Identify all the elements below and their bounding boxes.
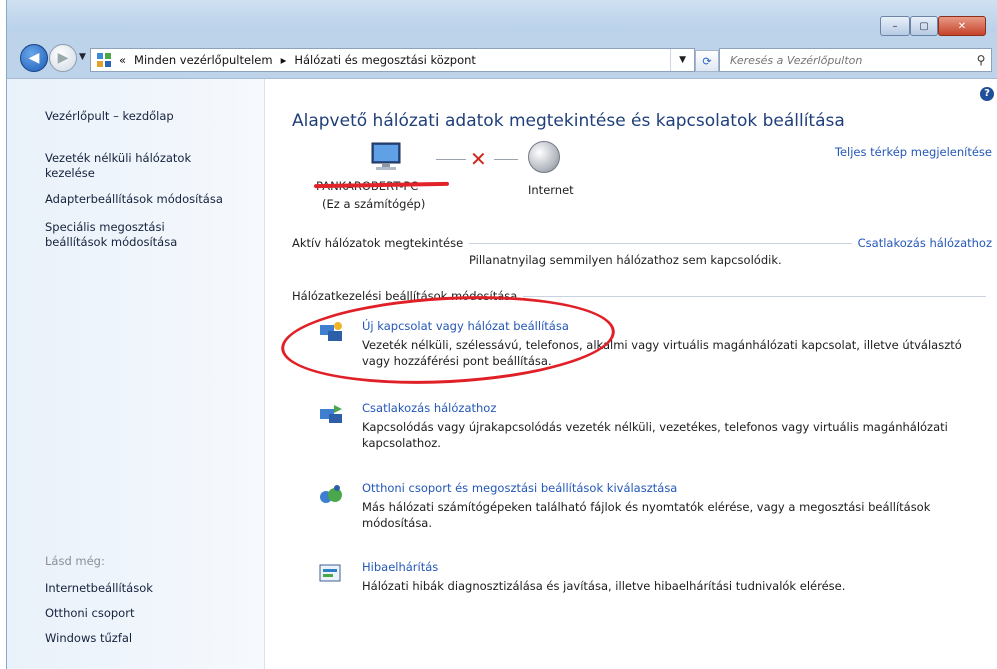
breadcrumb-all-items[interactable]: Minden vezérlőpultelem — [134, 53, 273, 67]
navigation-bar: ◀ ▶ ▼ « Minden vezérlőpultelem ▸ Hálózat… — [7, 42, 997, 74]
recent-pages-dropdown[interactable]: ▼ — [79, 52, 86, 62]
homegroup-link[interactable]: Otthoni csoport és megosztási beállításo… — [362, 481, 677, 495]
window: – ▢ ✕ ◀ ▶ ▼ « Minden vezérlőpultelem ▸ H… — [6, 0, 997, 669]
connection-line — [436, 159, 466, 160]
network-setup-icon — [320, 322, 342, 341]
search-icon[interactable]: ⚲ — [971, 53, 991, 67]
page-title: Alapvető hálózati adatok megtekintése és… — [292, 111, 845, 131]
connect-to-network-link[interactable]: Csatlakozás hálózathoz — [858, 236, 992, 250]
search-input[interactable] — [728, 52, 971, 68]
main-panel: ? Alapvető hálózati adatok megtekintése … — [264, 79, 997, 669]
arrow-right-icon: ▶ — [57, 50, 69, 66]
new-connection-description: Vezeték nélküli, szélessávú, telefonos, … — [362, 338, 962, 368]
disconnected-icon: ✕ — [470, 147, 487, 171]
search-box[interactable]: ⚲ — [719, 48, 992, 72]
connect-network-description: Kapcsolódás vagy újrakapcsolódás vezeték… — [362, 420, 948, 450]
sidebar-item-home[interactable]: Vezérlőpult – kezdőlap — [45, 109, 255, 124]
help-icon[interactable]: ? — [980, 87, 994, 101]
address-bar[interactable]: « Minden vezérlőpultelem ▸ Hálózati és m… — [90, 48, 695, 72]
arrow-left-icon: ◀ — [28, 50, 40, 66]
sidebar-item-advanced-sharing[interactable]: Speciális megosztási beállítások módosít… — [45, 220, 215, 250]
breadcrumb: « Minden vezérlőpultelem ▸ Hálózati és m… — [119, 53, 476, 67]
sidebar-item-internet-options[interactable]: Internetbeállítások — [45, 581, 255, 596]
full-map-link[interactable]: Teljes térkép megjelenítése — [835, 145, 992, 159]
sidebar-item-firewall[interactable]: Windows tűzfal — [45, 631, 255, 646]
forward-button[interactable]: ▶ — [49, 44, 77, 72]
active-networks-header: Aktív hálózatok megtekintése — [292, 236, 464, 250]
settings-header: Hálózatkezelési beállítások módosítása — [292, 289, 518, 303]
troubleshoot-description: Hálózati hibák diagnosztizálása és javít… — [362, 579, 846, 593]
homegroup-icon — [320, 485, 342, 503]
refresh-button[interactable]: ⟳ — [695, 50, 719, 72]
no-network-text: Pillanatnyilag semmilyen hálózathoz sem … — [469, 253, 782, 267]
maximize-button[interactable]: ▢ — [910, 16, 938, 36]
settings-section: Hálózatkezelési beállítások módosítása — [292, 289, 992, 303]
sidebar: Vezérlőpult – kezdőlap Vezeték nélküli h… — [7, 79, 265, 669]
breadcrumb-separator-icon[interactable]: ▸ — [281, 53, 287, 67]
sidebar-item-adapter[interactable]: Adapterbeállítások módosítása — [45, 192, 255, 207]
content-area: Vezérlőpult – kezdőlap Vezeték nélküli h… — [7, 78, 997, 669]
active-networks-section: Aktív hálózatok megtekintése Csatlakozás… — [292, 236, 992, 250]
refresh-icon: ⟳ — [702, 54, 712, 68]
address-dropdown-icon[interactable]: ▼ — [670, 49, 694, 71]
computer-icon — [371, 142, 401, 170]
sidebar-item-wireless[interactable]: Vezeték nélküli hálózatok kezelése — [45, 151, 215, 181]
internet-globe-icon — [528, 141, 560, 173]
sidebar-item-homegroup[interactable]: Otthoni csoport — [45, 606, 255, 621]
title-bar: – ▢ ✕ — [7, 0, 997, 36]
internet-label: Internet — [528, 183, 574, 197]
connection-line — [494, 159, 518, 160]
see-also-header: Lásd még: — [45, 554, 105, 568]
homegroup-description: Más hálózati számítógépeken található fá… — [362, 500, 931, 530]
new-connection-link[interactable]: Új kapcsolat vagy hálózat beállítása — [362, 319, 569, 333]
connect-network-icon — [320, 405, 342, 423]
troubleshoot-icon — [319, 564, 341, 582]
back-button[interactable]: ◀ — [20, 44, 48, 72]
connect-network-link[interactable]: Csatlakozás hálózathoz — [362, 401, 496, 415]
close-button[interactable]: ✕ — [938, 16, 986, 36]
computer-sub-label: (Ez a számítógép) — [322, 197, 426, 211]
troubleshoot-link[interactable]: Hibaelhárítás — [362, 560, 438, 574]
breadcrumb-overflow[interactable]: « — [119, 53, 126, 67]
breadcrumb-network-center[interactable]: Hálózati és megosztási központ — [294, 53, 476, 67]
minimize-button[interactable]: – — [880, 16, 910, 36]
control-panel-icon — [97, 53, 113, 67]
